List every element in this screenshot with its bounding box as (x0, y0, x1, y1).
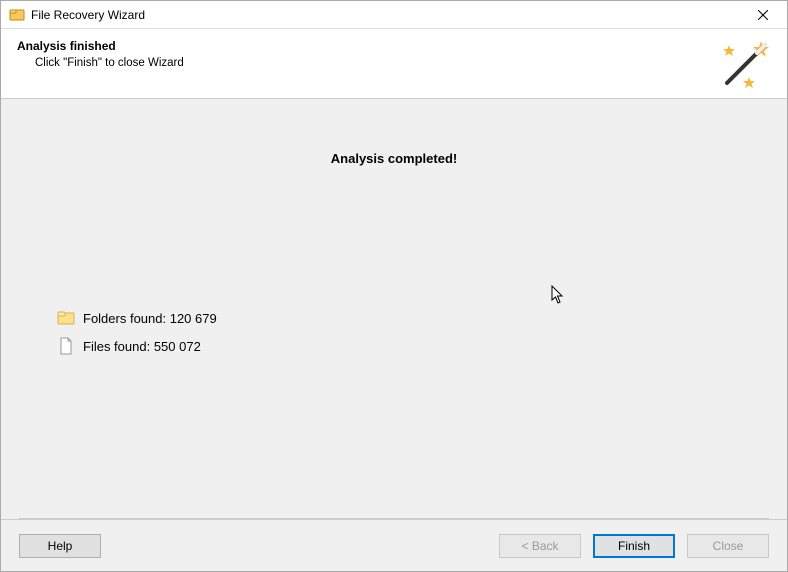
wizard-content: Analysis completed! Folders found: 120 6… (1, 99, 787, 519)
results-block: Folders found: 120 679 Files found: 550 … (57, 309, 217, 365)
header-heading: Analysis finished (17, 39, 771, 53)
titlebar: File Recovery Wizard (1, 1, 787, 29)
back-button: < Back (499, 534, 581, 558)
folders-found-row: Folders found: 120 679 (57, 309, 217, 327)
help-button[interactable]: Help (19, 534, 101, 558)
wizard-wand-icon (717, 37, 773, 93)
analysis-completed-label: Analysis completed! (1, 99, 787, 166)
folder-icon (57, 309, 75, 327)
files-found-row: Files found: 550 072 (57, 337, 217, 355)
file-icon (57, 337, 75, 355)
app-icon (9, 7, 25, 23)
close-icon (758, 10, 768, 20)
wizard-header: Analysis finished Click "Finish" to clos… (1, 29, 787, 99)
finish-button[interactable]: Finish (593, 534, 675, 558)
footer-divider (19, 518, 769, 519)
window-title: File Recovery Wizard (31, 8, 145, 22)
mouse-cursor-icon (551, 285, 565, 310)
window-close-button[interactable] (743, 1, 783, 29)
folders-found-text: Folders found: 120 679 (83, 311, 217, 326)
close-button: Close (687, 534, 769, 558)
files-found-text: Files found: 550 072 (83, 339, 201, 354)
wizard-footer: Help < Back Finish Close (1, 519, 787, 571)
header-subtext: Click "Finish" to close Wizard (17, 57, 771, 69)
